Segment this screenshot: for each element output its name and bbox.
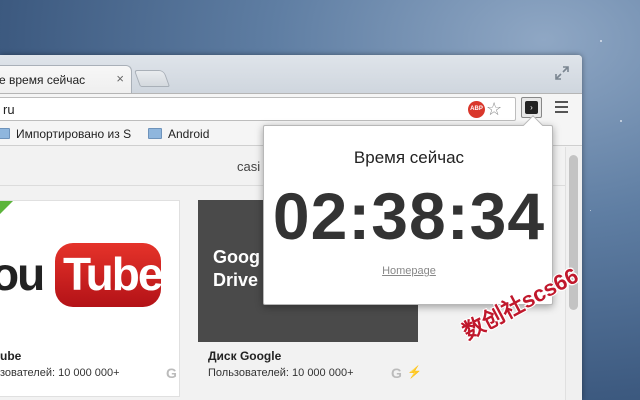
bookmark-folder-android[interactable]: Android: [148, 127, 209, 141]
fullscreen-icon[interactable]: [554, 65, 570, 81]
app-users: зователей: 10 000 000+: [0, 367, 120, 379]
folder-icon: [0, 128, 10, 139]
desktop-star: [620, 120, 622, 122]
menu-icon[interactable]: [555, 101, 568, 113]
youtube-logo-tube: Tube: [63, 248, 163, 300]
new-tab-button[interactable]: [133, 70, 171, 87]
drive-logo-line2: Drive: [213, 270, 259, 290]
toolbar: ru ABP ☆ ›: [0, 93, 582, 123]
youtube-logo-you: ou: [0, 248, 45, 300]
app-users: Пользователей: 10 000 000+: [208, 367, 354, 379]
app-name[interactable]: ube: [0, 349, 21, 363]
google-g-icon: G: [391, 365, 402, 381]
homepage-link[interactable]: Homepage: [264, 265, 554, 277]
bookmark-label: Импортировано из S: [16, 127, 132, 141]
current-time: 02:38:34: [272, 179, 546, 253]
url-text: ru: [3, 102, 15, 117]
close-tab-icon[interactable]: ×: [116, 71, 124, 86]
drive-logo-line1: Goog: [213, 247, 260, 267]
tab-current-time[interactable]: е время сейчас ×: [0, 65, 132, 93]
tab-strip: е время сейчас ×: [0, 55, 582, 93]
offline-bolt-icon: ⚡: [407, 365, 422, 379]
bookmark-folder-imported[interactable]: Импортировано из S: [0, 127, 131, 141]
tab-title: е время сейчас: [0, 73, 86, 87]
bookmark-label: Android: [168, 127, 210, 141]
clock-extension-icon: ›: [525, 101, 538, 114]
page-header-text: casi: [237, 159, 261, 174]
folder-icon: [148, 128, 162, 139]
desktop-star: [590, 210, 591, 211]
clock-popup: Время сейчас 02:38:34 Homepage: [263, 115, 554, 305]
adblock-icon[interactable]: ABP: [468, 101, 485, 118]
app-name[interactable]: Диск Google: [208, 349, 281, 363]
bookmark-star-icon[interactable]: ☆: [486, 99, 502, 120]
address-bar[interactable]: ru ABP ☆: [0, 97, 516, 121]
popup-title: Время сейчас: [353, 148, 465, 167]
desktop-star: [600, 40, 602, 42]
google-g-icon: G: [166, 365, 177, 381]
new-badge: [0, 201, 13, 223]
